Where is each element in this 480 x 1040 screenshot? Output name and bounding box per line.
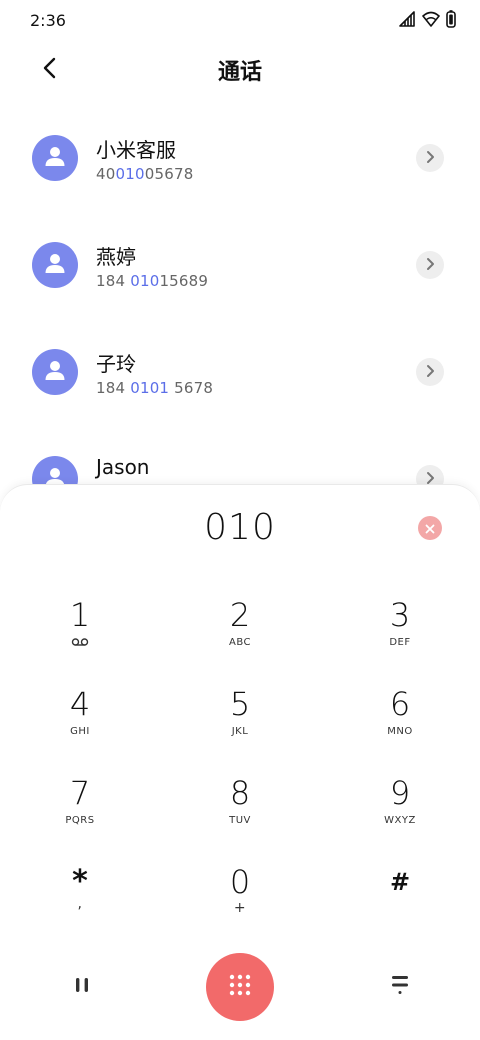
avatar bbox=[32, 349, 78, 395]
avatar bbox=[32, 135, 78, 181]
key-digit: # bbox=[389, 868, 411, 896]
key-7[interactable]: 7 PQRS bbox=[20, 773, 140, 853]
key-letters: + bbox=[233, 900, 247, 916]
key-2[interactable]: 2 ABC bbox=[180, 595, 300, 675]
contact-number: 4001005678 bbox=[96, 165, 194, 183]
key-digit: 5 bbox=[229, 685, 251, 723]
chevron-right-icon bbox=[425, 363, 435, 382]
key-5[interactable]: 5 JKL bbox=[180, 684, 300, 764]
key-digit: 6 bbox=[389, 685, 411, 723]
key-digit: 3 bbox=[389, 596, 411, 634]
key-0[interactable]: 0 + bbox=[180, 862, 300, 942]
contact-row[interactable]: 子玲 184 0101 5678 bbox=[0, 328, 480, 435]
key-1[interactable]: 1 bbox=[20, 595, 140, 675]
key-digit: 9 bbox=[389, 774, 411, 812]
contact-detail-button[interactable] bbox=[416, 144, 444, 172]
key-hash[interactable]: # bbox=[340, 862, 460, 942]
key-letters: PQRS bbox=[65, 815, 95, 826]
person-icon bbox=[44, 359, 66, 385]
dialer-panel: 010 1 2 ABC 3 DEF 4 GHI 5 JKL 6 MNO 7 PQ… bbox=[0, 484, 480, 1040]
status-bar: 2:36 bbox=[0, 0, 480, 40]
page-title: 通话 bbox=[217, 60, 262, 85]
key-digit: 2 bbox=[229, 596, 251, 634]
key-digit: 0 bbox=[229, 863, 251, 901]
pause-button[interactable] bbox=[60, 965, 104, 1009]
dialpad-icon bbox=[227, 972, 253, 1002]
wait-icon bbox=[390, 973, 410, 1001]
contact-detail-button[interactable] bbox=[416, 358, 444, 386]
key-digit: 7 bbox=[69, 774, 91, 812]
key-star[interactable]: * , bbox=[20, 862, 140, 942]
clear-input-button[interactable] bbox=[418, 516, 442, 540]
key-4[interactable]: 4 GHI bbox=[20, 684, 140, 764]
key-letters bbox=[340, 904, 460, 918]
key-6[interactable]: 6 MNO bbox=[340, 684, 460, 764]
close-icon bbox=[425, 519, 435, 538]
contact-name: Jason bbox=[96, 455, 150, 479]
avatar bbox=[32, 242, 78, 288]
key-letters: MNO bbox=[387, 726, 413, 737]
key-digit: 1 bbox=[69, 596, 91, 634]
key-9[interactable]: 9 WXYZ bbox=[340, 773, 460, 853]
contact-row[interactable]: 小米客服 4001005678 bbox=[0, 114, 480, 221]
signal-icon bbox=[398, 11, 416, 31]
key-letters: TUV bbox=[229, 815, 251, 826]
pause-icon bbox=[72, 975, 92, 999]
key-letters: DEF bbox=[389, 637, 411, 648]
chevron-right-icon bbox=[425, 256, 435, 275]
contact-detail-button[interactable] bbox=[416, 251, 444, 279]
contact-name: 燕婷 bbox=[96, 245, 136, 269]
top-bar: 通话 bbox=[0, 44, 480, 96]
contact-row[interactable]: 燕婷 184 01015689 bbox=[0, 221, 480, 328]
status-icons bbox=[398, 10, 456, 32]
wait-button[interactable] bbox=[378, 965, 422, 1009]
contact-number: 184 0101 5678 bbox=[96, 379, 214, 397]
contact-name: 子玲 bbox=[96, 352, 136, 376]
wifi-icon bbox=[422, 11, 440, 31]
chevron-right-icon bbox=[425, 149, 435, 168]
contact-number: 184 01015689 bbox=[96, 272, 209, 290]
key-letters: , bbox=[77, 896, 83, 912]
status-time: 2:36 bbox=[30, 11, 66, 30]
key-letters: GHI bbox=[70, 726, 90, 737]
dialer-actions bbox=[0, 945, 480, 1025]
key-8[interactable]: 8 TUV bbox=[180, 773, 300, 853]
key-digit: 4 bbox=[69, 685, 91, 723]
key-letters: JKL bbox=[231, 726, 249, 737]
voicemail-icon bbox=[20, 637, 140, 651]
key-letters: WXYZ bbox=[384, 815, 416, 826]
contact-list: 小米客服 4001005678 燕婷 184 01015689 子玲 184 0… bbox=[0, 114, 480, 542]
person-icon bbox=[44, 145, 66, 171]
person-icon bbox=[44, 252, 66, 278]
key-3[interactable]: 3 DEF bbox=[340, 595, 460, 675]
keypad-toggle-button[interactable] bbox=[206, 953, 274, 1021]
key-digit: 8 bbox=[229, 774, 251, 812]
battery-icon bbox=[446, 10, 456, 32]
dialed-number: 010 bbox=[204, 507, 276, 548]
contact-name: 小米客服 bbox=[96, 138, 176, 162]
key-letters: ABC bbox=[228, 637, 251, 648]
